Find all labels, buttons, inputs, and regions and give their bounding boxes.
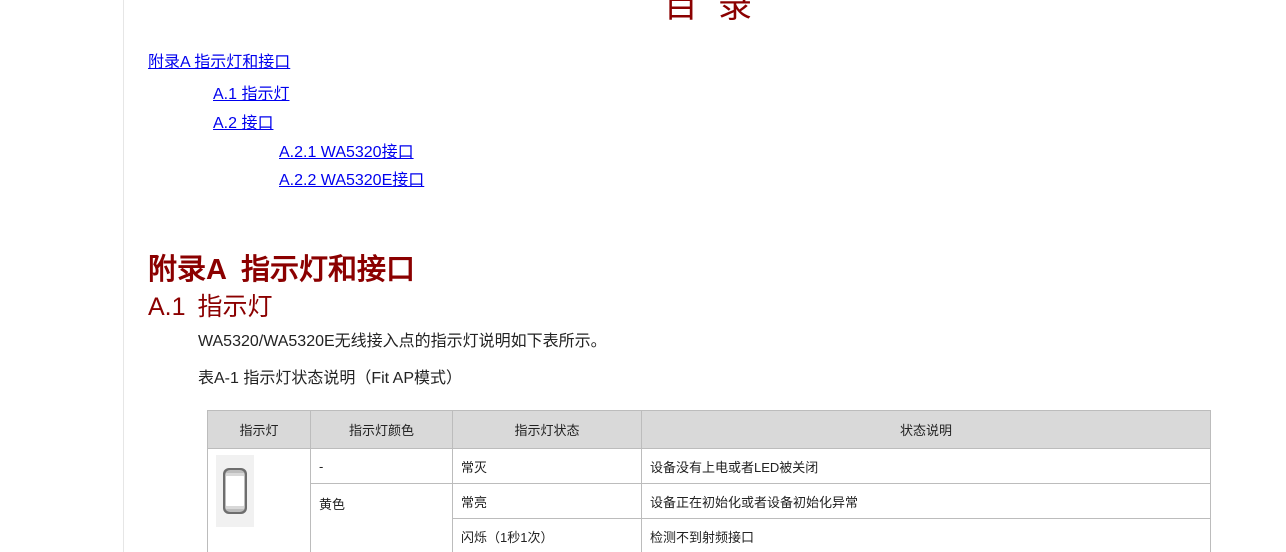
appendix-title: 指示灯和接口 <box>240 254 415 286</box>
row2-description: 设备正在初始化或者设备初始化异常 <box>641 483 1211 519</box>
appendix-number: 附录A <box>148 254 227 286</box>
toc-link-a21[interactable]: A.2.1 WA5320接口 <box>279 138 414 162</box>
row2-state: 常亮 <box>452 483 642 519</box>
table-header-row: 指示灯 指示灯颜色 指示灯状态 状态说明 <box>207 410 1211 449</box>
row3-description: 检测不到射频接口 <box>641 518 1211 552</box>
row1-color: - <box>310 448 453 484</box>
intro-paragraph: WA5320/WA5320E无线接入点的指示灯说明如下表所示。 <box>198 333 607 350</box>
toc-link-a1[interactable]: A.1 指示灯 <box>213 80 289 104</box>
row3-state: 闪烁（1秒1次） <box>452 518 642 552</box>
section-heading: A.1 指示灯 <box>148 287 273 323</box>
section-title: 指示灯 <box>197 293 273 321</box>
toc-title: 目录 <box>664 0 772 25</box>
toc-link-appendix-a[interactable]: 附录A 指示灯和接口 <box>148 48 290 72</box>
toc-link-a2[interactable]: A.2 接口 <box>213 109 273 133</box>
table-row: - 常灭 设备没有上电或者LED被关闭 <box>207 448 1211 552</box>
row1-state: 常灭 <box>452 448 642 484</box>
row1-description: 设备没有上电或者LED被关闭 <box>641 448 1211 484</box>
toc-link-a22[interactable]: A.2.2 WA5320E接口 <box>279 166 424 190</box>
document-page: 目录 附录A 指示灯和接口 A.1 指示灯 A.2 接口 A.2.1 WA532… <box>0 0 1286 552</box>
header-color: 指示灯颜色 <box>310 410 453 449</box>
header-state: 指示灯状态 <box>452 410 642 449</box>
table-row: 黄色 常亮 设备正在初始化或者设备初始化异常 <box>208 483 1211 552</box>
led-status-table: 指示灯 指示灯颜色 指示灯状态 状态说明 - 常灭 设备没有上电或者LED被关闭… <box>207 410 1211 552</box>
header-description: 状态说明 <box>641 410 1211 449</box>
section-number: A.1 <box>148 293 186 321</box>
row2-color: 黄色 <box>310 483 453 552</box>
led-indicator-icon <box>216 455 254 527</box>
appendix-heading: 附录A 指示灯和接口 <box>148 246 415 288</box>
table-caption: 表A-1 指示灯状态说明（Fit AP模式） <box>198 370 463 387</box>
indicator-icon-cell <box>207 448 311 552</box>
left-margin-rule <box>123 0 124 552</box>
header-indicator: 指示灯 <box>207 410 311 449</box>
